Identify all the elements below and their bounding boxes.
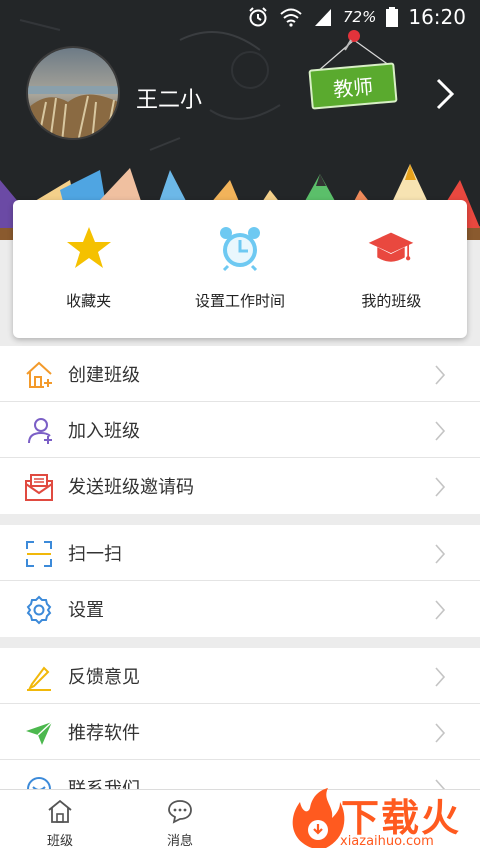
message-bubble-icon [168, 800, 192, 824]
alarm-status-icon [249, 7, 267, 27]
menu-item-create-class[interactable]: 创建班级 [0, 346, 480, 402]
menu-item-label: 扫一扫 [68, 543, 122, 565]
set-work-time-label: 设置工作时间 [194, 292, 285, 310]
chevron-right-icon[interactable] [432, 76, 458, 112]
menu-item-label: 推荐软件 [68, 722, 140, 744]
class-home-icon [48, 799, 72, 823]
chevron-right-icon [435, 421, 446, 441]
nav-tab-classes[interactable]: 班级 [30, 798, 90, 849]
status-time: 16:20 [408, 5, 466, 29]
favorites-button[interactable]: 收藏夹 [13, 200, 164, 338]
nav-tab-label: 消息 [166, 834, 193, 849]
my-classes-button[interactable]: 我的班级 [316, 200, 467, 338]
menu-item-label: 加入班级 [68, 420, 140, 442]
menu-group-tools: 扫一扫 设置 [0, 525, 480, 637]
role-badge: 教师 [308, 62, 398, 110]
menu-group-classes: 创建班级 加入班级 发送班级邀请码 [0, 346, 480, 514]
wifi-status-icon [280, 8, 302, 27]
avatar[interactable] [26, 46, 120, 140]
menu-item-join-class[interactable]: 加入班级 [0, 402, 480, 458]
username: 王二小 [136, 88, 203, 113]
favorites-label: 收藏夹 [66, 292, 112, 310]
set-work-time-button[interactable]: 设置工作时间 [164, 200, 315, 338]
add-user-icon [28, 418, 52, 444]
nav-tab-messages[interactable]: 消息 [150, 798, 210, 849]
quick-actions-card: 收藏夹 设置工作时间 我的班级 [13, 200, 467, 338]
chevron-right-icon [435, 723, 446, 743]
avatar-image [28, 48, 118, 138]
chevron-right-icon [435, 667, 446, 687]
menu-item-send-invite-code[interactable]: 发送班级邀请码 [0, 458, 480, 514]
menu-item-feedback[interactable]: 反馈意见 [0, 648, 480, 704]
chevron-right-icon [435, 477, 446, 497]
menu-item-label: 反馈意见 [68, 666, 140, 688]
star-icon [66, 227, 111, 268]
my-classes-label: 我的班级 [361, 292, 422, 310]
envelope-icon [25, 474, 53, 501]
menu-item-label: 发送班级邀请码 [68, 477, 194, 498]
gear-icon [26, 595, 52, 625]
chevron-right-icon [435, 365, 446, 385]
scan-icon [26, 541, 52, 567]
chevron-right-icon [435, 544, 446, 564]
battery-percentage: 72% [343, 8, 377, 26]
alarm-clock-icon [219, 227, 260, 272]
menu-item-label: 创建班级 [68, 364, 140, 386]
profile-screen: 72% 16:20 王二小 教师 收藏夹 设置工作时间 我的班级 创建班级 加入… [0, 0, 480, 853]
chevron-right-icon [435, 600, 446, 620]
menu-item-label: 设置 [68, 600, 104, 621]
menu-item-scan[interactable]: 扫一扫 [0, 525, 480, 581]
graduation-cap-icon [369, 232, 414, 262]
menu-item-settings[interactable]: 设置 [0, 581, 480, 637]
menu-item-recommend-app[interactable]: 推荐软件 [0, 704, 480, 760]
pencil-icon [27, 666, 51, 691]
signal-status-icon [315, 9, 332, 26]
home-plus-icon [26, 361, 52, 388]
battery-status-icon [386, 7, 399, 27]
nav-tab-label: 班级 [46, 834, 73, 849]
watermark-site: xiazaihuo.com [340, 834, 434, 849]
paper-plane-icon [26, 721, 53, 745]
status-bar: 72% 16:20 [0, 0, 480, 34]
